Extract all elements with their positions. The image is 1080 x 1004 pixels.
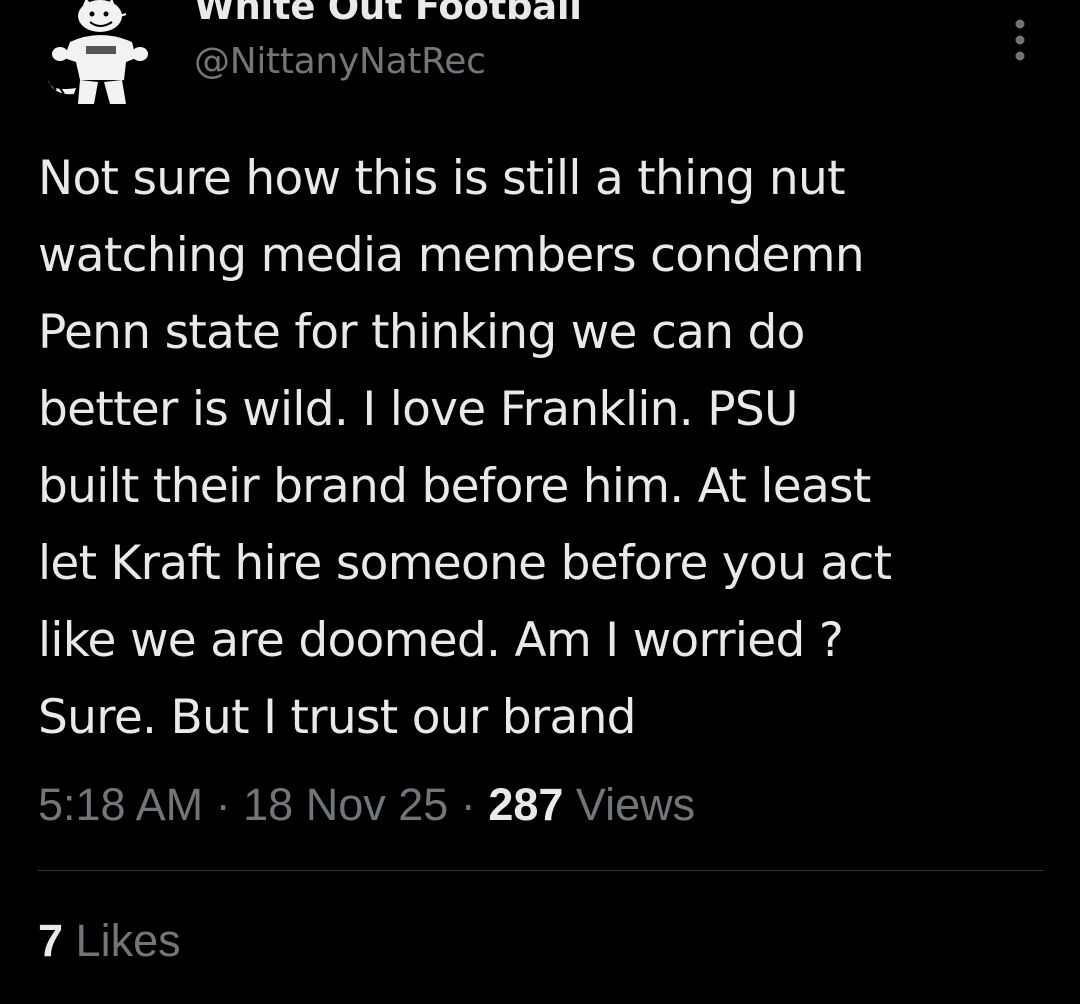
tweet-text-line: like we are doomed. Am I worried ? xyxy=(38,613,844,668)
likes-label: Likes xyxy=(75,915,181,966)
tweet: White Out Football @NittanyNatRec Not su… xyxy=(0,0,1080,1004)
tweet-text-line: Penn state for thinking we can do xyxy=(38,305,805,360)
display-name[interactable]: White Out Football xyxy=(194,0,582,30)
more-options-button[interactable] xyxy=(1000,16,1040,64)
avatar[interactable] xyxy=(40,0,158,114)
tweet-text-line: let Kraft hire someone before you act xyxy=(38,536,892,591)
tweet-meta: 5:18 AM · 18 Nov 25 · 287 Views xyxy=(38,778,695,832)
likes-link[interactable]: 7 Likes xyxy=(38,914,181,968)
divider xyxy=(38,870,1044,871)
tweet-text: Not sure how this is still a thing nut w… xyxy=(38,140,1068,756)
author-info[interactable]: White Out Football @NittanyNatRec xyxy=(194,0,582,84)
more-vertical-icon xyxy=(1015,19,1025,61)
tweet-text-line: Not sure how this is still a thing nut xyxy=(38,151,846,206)
tweet-text-line: Sure. But I trust our brand xyxy=(38,690,636,745)
tweet-date[interactable]: 18 Nov 25 xyxy=(243,779,448,830)
tweet-text-line: better is wild. I love Franklin. PSU xyxy=(38,382,798,437)
tweet-text-line: built their brand before him. At least xyxy=(38,459,871,514)
meta-separator: · xyxy=(215,779,231,830)
user-handle[interactable]: @NittanyNatRec xyxy=(194,40,582,84)
views-label[interactable]: Views xyxy=(576,779,695,830)
meta-separator: · xyxy=(460,779,476,830)
mascot-cartoon-icon xyxy=(48,0,148,104)
views-count[interactable]: 287 xyxy=(488,779,563,830)
tweet-time[interactable]: 5:18 AM xyxy=(38,779,203,830)
likes-count: 7 xyxy=(38,915,64,966)
tweet-text-line: watching media members condemn xyxy=(38,228,865,283)
